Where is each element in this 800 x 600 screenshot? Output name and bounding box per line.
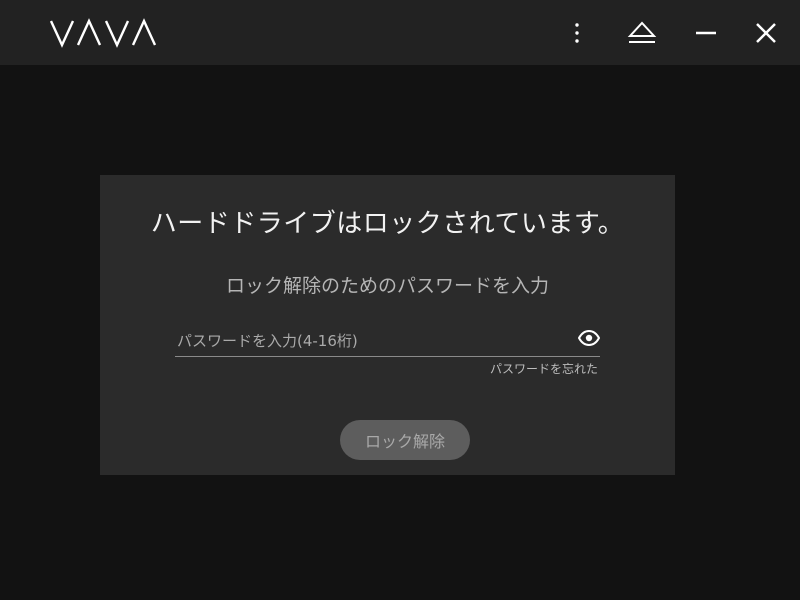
- title-bar: [0, 0, 800, 65]
- close-icon: [756, 23, 776, 43]
- dialog-title: ハードドライブはロックされています。: [150, 209, 625, 239]
- password-field: [175, 326, 600, 357]
- unlock-button[interactable]: ロック解除: [340, 420, 470, 460]
- forgot-password-link[interactable]: パスワードを忘れた: [490, 360, 598, 377]
- minimize-button[interactable]: [689, 16, 723, 50]
- password-input[interactable]: [177, 328, 567, 354]
- more-options-button[interactable]: [560, 16, 594, 50]
- app-window: ハードドライブはロックされています。 ロック解除のためのパスワードを入力 パスワ…: [0, 0, 800, 600]
- more-vertical-icon: [575, 23, 579, 43]
- eject-icon: [627, 21, 657, 43]
- minimize-icon: [696, 31, 716, 35]
- unlock-dialog: ハードドライブはロックされています。 ロック解除のためのパスワードを入力 パスワ…: [100, 175, 675, 475]
- eye-icon[interactable]: [578, 329, 600, 347]
- vava-logo: [50, 18, 157, 48]
- close-button[interactable]: [749, 16, 783, 50]
- dialog-subtitle: ロック解除のためのパスワードを入力: [225, 275, 549, 297]
- eject-button[interactable]: [625, 16, 659, 50]
